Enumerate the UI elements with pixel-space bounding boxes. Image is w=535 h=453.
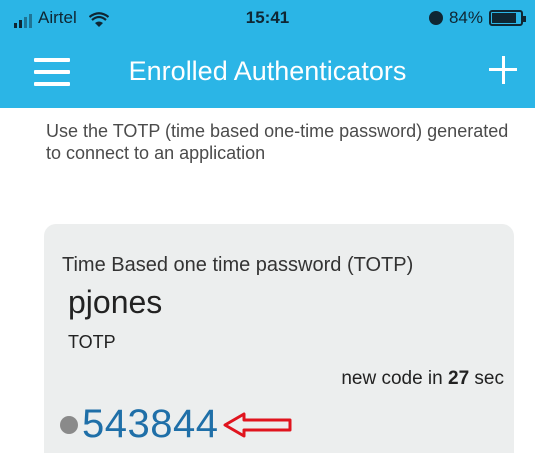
code-row: 543844	[60, 402, 294, 447]
instructions-text: Use the TOTP (time based one-time passwo…	[46, 121, 509, 163]
screen: Airtel 15:41 84% Enrolled Authenticators…	[0, 0, 535, 453]
countdown-prefix: new code in	[341, 368, 443, 389]
authenticator-kind: TOTP	[68, 332, 116, 352]
authenticator-type-label: Time Based one time password (TOTP)	[62, 254, 414, 276]
alarm-icon	[428, 11, 443, 25]
status-dot-icon	[60, 415, 78, 434]
add-authenticator-button[interactable]	[483, 50, 523, 90]
app-bar: Enrolled Authenticators	[0, 36, 535, 108]
authenticator-username: pjones	[68, 284, 163, 320]
battery-icon	[489, 10, 526, 26]
status-right-group: 84%	[428, 8, 526, 28]
totp-code[interactable]: 543844	[82, 402, 218, 447]
arrow-left-icon	[223, 412, 292, 437]
authenticator-card[interactable]: Time Based one time password (TOTP) pjon…	[44, 224, 514, 453]
battery-percent: 84%	[448, 8, 483, 27]
countdown-seconds: 27	[448, 368, 470, 389]
page-title: Enrolled Authenticators	[128, 56, 407, 86]
countdown-suffix: sec	[474, 368, 504, 389]
status-bar: Airtel 15:41 84%	[0, 0, 535, 36]
code-countdown: new code in 27 sec	[341, 368, 504, 390]
